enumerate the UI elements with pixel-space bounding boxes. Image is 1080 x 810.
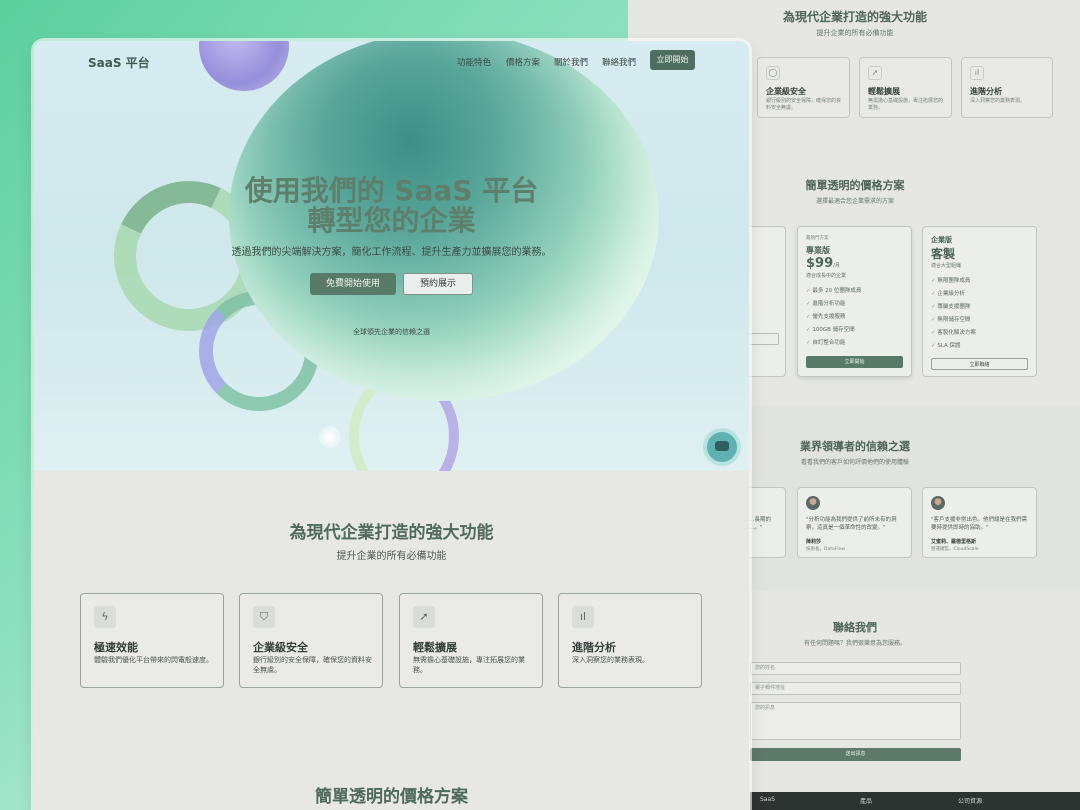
hero-section: SaaS 平台 功能特色 價格方案 關於我們 聯絡我們 立即開始 使用我們的 S…	[34, 41, 749, 471]
feature-desc: 深入洞察您的業務表現。	[572, 656, 649, 664]
plan-name: 企業版	[931, 236, 952, 244]
footer-col: 產品	[860, 798, 873, 805]
plan-feature: 自訂整合功能	[806, 338, 845, 346]
start-free-button[interactable]: 免費開始使用	[310, 273, 396, 295]
chat-button[interactable]	[707, 432, 737, 462]
hero-title-line2: 轉型您的企業	[307, 204, 476, 237]
nav-cta-button[interactable]: 立即開始	[650, 50, 695, 70]
feature-title: 極速效能	[94, 641, 138, 654]
message-field[interactable]: 您的訊息	[750, 702, 961, 740]
bg-pricing-subtitle: 選擇最適合您企業需求的方案	[815, 198, 894, 205]
plan-feature: 最多 20 位團隊成員	[806, 286, 861, 294]
plan-feature: 無限儲存空間	[931, 315, 970, 323]
decorative-sphere	[199, 41, 289, 91]
plan-feature: 100GB 儲存空間	[806, 325, 854, 333]
feature-card: ➚ 輕鬆擴展 無需擔心基礎設施，專注拓展您的業務。	[399, 593, 543, 688]
bg-features-title: 為現代企業打造的強大功能	[782, 10, 927, 24]
plan-feature: SLA 保證	[931, 341, 960, 349]
testimonial-card: "客戶支援非常出色。他們總是在我們需要時提供即時的協助。" 艾蜜莉、羅德里格斯 …	[922, 487, 1037, 558]
feature-title: 輕鬆擴展	[413, 641, 457, 654]
book-demo-button[interactable]: 預約展示	[403, 273, 473, 295]
name-field[interactable]: 您的姓名	[750, 662, 961, 675]
feature-desc: 體驗我們優化平台帶來的閃電般速度。	[94, 656, 213, 664]
feature-card: ⛉ 企業級安全 銀行級別的安全保障，確保您的資料安全無虞。	[239, 593, 383, 688]
bg-feature-desc: 無需擔心基礎設施，專注拓展您的業務。	[868, 98, 944, 111]
testimonial-company: 技術長，DataFlow	[806, 547, 846, 552]
nav-link-features[interactable]: 功能特色	[457, 56, 491, 68]
rocket-icon: ➚	[868, 66, 882, 80]
plan-price: $99/月	[806, 256, 840, 271]
feature-desc: 無需擔心基礎設施，專注拓展您的業務。	[413, 656, 525, 674]
chart-icon: ıl	[572, 606, 594, 628]
bg-feature-card: ıl 進階分析 深入洞察您的業務表現。	[961, 57, 1053, 118]
plan-feature: 進階分析功能	[806, 299, 845, 307]
browser-window: SaaS 平台 功能特色 價格方案 關於我們 聯絡我們 立即開始 使用我們的 S…	[34, 41, 749, 810]
rocket-icon: ➚	[413, 606, 435, 628]
feature-title: 進階分析	[572, 641, 616, 654]
testimonial-name: 艾蜜莉、羅德里格斯	[931, 539, 977, 545]
bg-feature-title: 企業級安全	[766, 87, 806, 96]
trust-text: 全球領先企業的信賴之選	[353, 328, 430, 336]
bg-feature-desc: 深入洞察您的業務表現。	[970, 98, 1026, 104]
popular-tag: 最熱門方案	[806, 236, 829, 241]
bg-feature-card: ➚ 輕鬆擴展 無需擔心基礎設施，專注拓展您的業務。	[859, 57, 952, 118]
plan-feature: 專屬支援團隊	[931, 302, 970, 310]
avatar	[931, 496, 945, 510]
plan-price: 客製	[931, 247, 956, 261]
feature-title: 企業級安全	[253, 641, 308, 654]
footer	[750, 792, 1080, 810]
chart-icon: ıl	[970, 66, 984, 80]
email-field[interactable]: 電子郵件地址	[750, 682, 961, 695]
nav-link-pricing[interactable]: 價格方案	[506, 56, 540, 68]
submit-button[interactable]: 送出訊息	[750, 748, 961, 761]
bg-contact-title: 聯絡我們	[833, 621, 877, 634]
bg-contact-subtitle: 有任何問題嗎？我們很樂意為您服務。	[803, 640, 906, 647]
bg-price-card-pro: 最熱門方案 專業版 $99/月 適合成長中的企業 最多 20 位團隊成員 進階分…	[797, 226, 912, 377]
bg-testimonials-title: 業界領導者的信賴之選	[800, 440, 910, 453]
feature-desc: 銀行級別的安全保障，確保您的資料安全無虞。	[253, 656, 372, 674]
features-subtitle: 提升企業的所有必備功能	[336, 551, 447, 562]
feature-card: ϟ 極速效能 體驗我們優化平台帶來的閃電般速度。	[80, 593, 224, 688]
bg-price-card-enterprise: 企業版 客製 適合大型組織 無限團隊成員 企業級分析 專屬支援團隊 無限儲存空間…	[922, 226, 1037, 377]
bg-basic-cta[interactable]	[745, 333, 779, 345]
plan-desc: 適合成長中的企業	[806, 273, 847, 279]
nav-link-about[interactable]: 關於我們	[554, 56, 588, 68]
plan-feature: 優先支援服務	[806, 312, 845, 320]
brand-logo[interactable]: SaaS 平台	[88, 54, 150, 71]
nav-link-contact[interactable]: 聯絡我們	[602, 56, 636, 68]
avatar	[806, 496, 820, 510]
bg-feature-title: 輕鬆擴展	[868, 87, 900, 96]
bg-testimonials-subtitle: 看看我們的客戶如何評價他們的使用體驗	[800, 459, 909, 466]
testimonial-name: 陳莉莎	[806, 539, 822, 545]
shield-icon: ⛉	[253, 606, 275, 628]
testimonial-quote: "分析功能為我們提供了前所未有的洞察，這真是一個革命性的改變。"	[806, 517, 897, 531]
plan-feature: 企業級分析	[931, 289, 965, 297]
lightning-icon: ϟ	[94, 606, 116, 628]
pro-cta-button[interactable]: 立即開始	[806, 356, 903, 368]
decorative-glow	[319, 426, 341, 448]
pricing-title: 簡單透明的價格方案	[315, 787, 468, 807]
chat-icon	[715, 441, 729, 451]
testimonial-card: "分析功能為我們提供了前所未有的洞察，這真是一個革命性的改變。" 陳莉莎 技術長…	[797, 487, 912, 558]
bg-pricing-title: 簡單透明的價格方案	[805, 179, 905, 192]
footer-col: SaaS	[760, 796, 775, 803]
bg-feature-title: 進階分析	[970, 87, 1002, 96]
testimonial-quote: …長期的 …。"	[749, 517, 772, 531]
enterprise-cta-button[interactable]: 立即聯絡	[931, 358, 1028, 370]
feature-card: ıl 進階分析 深入洞察您的業務表現。	[558, 593, 702, 688]
bg-feature-card: ◯ 企業級安全 銀行級別的安全保障，確保您的資料安全無虞。	[757, 57, 850, 118]
testimonial-quote: "客戶支援非常出色。他們總是在我們需要時提供即時的協助。"	[931, 517, 1028, 531]
hero-subtitle: 透過我們的尖端解決方案，簡化工作流程、提升生產力並擴展您的業務。	[231, 247, 552, 258]
bg-features-subtitle: 提升企業的所有必備功能	[816, 29, 894, 37]
testimonial-company: 營運總監，CloudScale	[931, 547, 979, 552]
plan-feature: 客製化解決方案	[931, 328, 976, 336]
plan-feature: 無限團隊成員	[931, 276, 970, 284]
plan-name: 專業版	[806, 246, 830, 255]
bg-feature-desc: 銀行級別的安全保障，確保您的資料安全無虞。	[766, 98, 842, 111]
features-title: 為現代企業打造的強大功能	[289, 523, 494, 543]
footer-col: 公司資源	[958, 798, 983, 805]
shield-icon: ◯	[766, 66, 780, 80]
plan-desc: 適合大型組織	[931, 263, 962, 269]
